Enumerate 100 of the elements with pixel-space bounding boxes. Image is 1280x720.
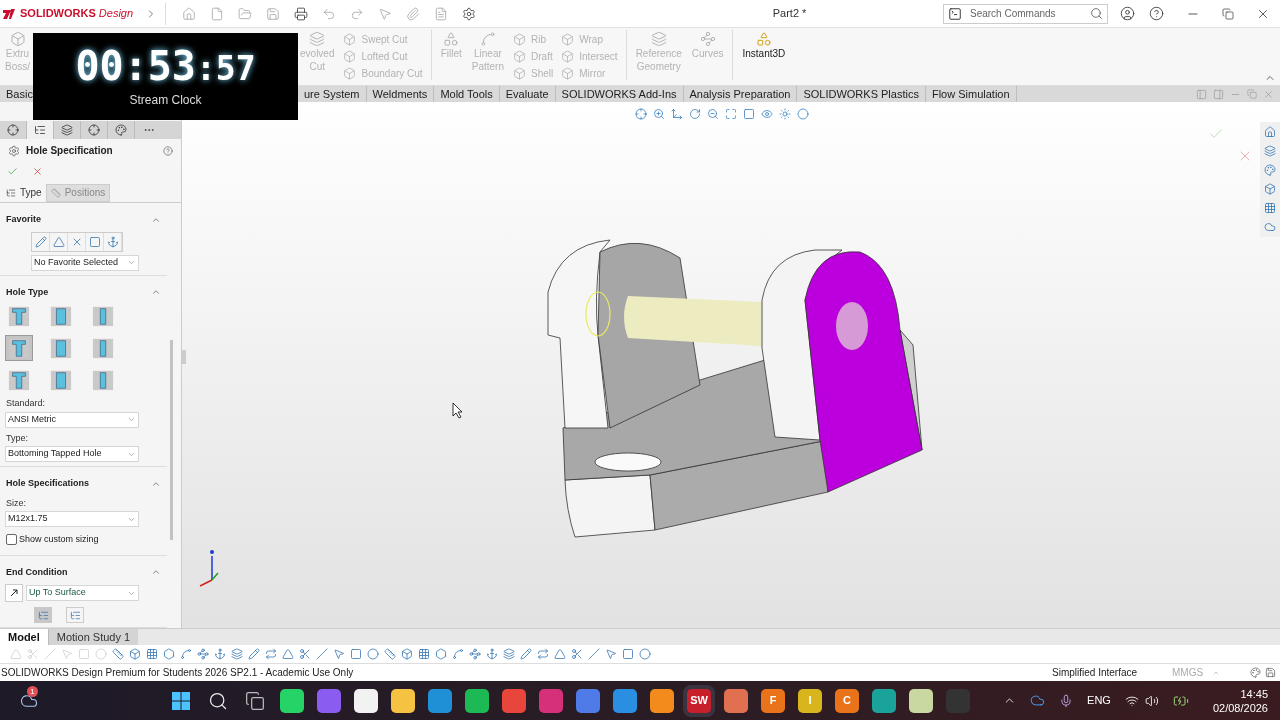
home-icon[interactable] <box>182 6 197 21</box>
favorite-tool-button[interactable] <box>50 232 68 251</box>
sketch-tool-icon[interactable] <box>469 648 481 660</box>
sketch-tool-icon[interactable] <box>350 648 362 660</box>
sketch-tool-icon[interactable] <box>282 648 294 660</box>
sketch-tool-icon[interactable] <box>537 648 549 660</box>
sketch-tool-icon[interactable] <box>129 648 141 660</box>
panel-right-icon[interactable] <box>1213 88 1224 100</box>
sketch-tool-icon[interactable] <box>503 648 515 660</box>
date[interactable]: 02/08/2026 <box>1212 700 1268 715</box>
task-pane-icon[interactable] <box>1264 183 1276 195</box>
app-tile-icon[interactable] <box>946 688 970 713</box>
new-file-icon[interactable] <box>210 6 225 21</box>
settings-icon[interactable] <box>462 6 477 21</box>
microphone-icon[interactable] <box>1059 693 1074 708</box>
dropdown-field[interactable]: Up To Surface <box>26 585 139 601</box>
app-tile-icon[interactable] <box>465 688 489 713</box>
task-pane-icon[interactable] <box>1264 164 1276 176</box>
sketch-tool-icon[interactable] <box>367 648 379 660</box>
paperclip-icon[interactable] <box>406 6 421 21</box>
dropdown-field[interactable]: M12x1.75 <box>5 511 139 527</box>
sketch-tool-icon[interactable] <box>163 648 175 660</box>
view-tool-icon[interactable] <box>689 108 701 120</box>
sketch-tool-icon[interactable] <box>231 648 243 660</box>
reverse-direction-button[interactable] <box>5 584 23 602</box>
sketch-tool-icon[interactable] <box>299 648 311 660</box>
sketch-tool-icon[interactable] <box>520 648 532 660</box>
view-tool-icon[interactable] <box>653 108 665 120</box>
account-icon[interactable] <box>1120 6 1135 21</box>
document-icon[interactable] <box>434 6 449 21</box>
start-icon[interactable] <box>171 690 191 711</box>
redo-icon[interactable] <box>350 6 365 21</box>
app-tile-icon[interactable] <box>317 688 341 713</box>
option-button[interactable] <box>66 607 84 623</box>
app-tile-icon[interactable] <box>909 688 933 713</box>
panel-collapse-handle[interactable] <box>182 350 186 364</box>
sketch-tool-icon[interactable] <box>622 648 634 660</box>
language-indicator[interactable]: ENG <box>1087 692 1111 709</box>
task-pane-icon[interactable] <box>1264 145 1276 157</box>
sketch-tool-icon[interactable] <box>554 648 566 660</box>
scrollbar-thumb[interactable] <box>170 340 173 540</box>
view-tool-icon[interactable] <box>761 108 773 120</box>
sketch-tool-icon[interactable] <box>486 648 498 660</box>
hole-type-button[interactable] <box>5 335 33 361</box>
sketch-tool-icon[interactable] <box>639 648 651 660</box>
sketch-tool-icon[interactable] <box>384 648 396 660</box>
print-icon[interactable] <box>294 6 309 21</box>
sketch-tool-icon[interactable] <box>333 648 345 660</box>
sketch-tool-icon[interactable] <box>605 648 617 660</box>
help-icon[interactable] <box>1149 6 1164 21</box>
dropdown-field[interactable]: ANSI Metric <box>5 411 139 428</box>
view-tool-icon[interactable] <box>779 108 791 120</box>
view-tool-icon[interactable] <box>671 108 683 120</box>
task-pane-icon[interactable] <box>1264 221 1276 233</box>
model-tab[interactable]: Motion Study 1 <box>47 629 139 645</box>
search-box[interactable]: Search Commands <box>943 3 1108 24</box>
checkbox[interactable] <box>6 534 17 546</box>
view-tool-icon[interactable] <box>797 108 809 120</box>
sketch-tool-icon[interactable] <box>418 648 430 660</box>
open-folder-icon[interactable] <box>238 6 253 21</box>
panel-left-icon[interactable] <box>1196 88 1207 100</box>
sketch-tool-icon[interactable] <box>248 648 260 660</box>
search-icon[interactable] <box>208 690 228 711</box>
cloud-icon[interactable] <box>1030 693 1046 708</box>
app-tile-icon[interactable] <box>872 688 896 713</box>
app-tile-icon[interactable] <box>724 688 748 713</box>
app-tile-icon[interactable] <box>613 688 637 713</box>
view-tool-icon[interactable] <box>725 108 737 120</box>
task-pane-icon[interactable] <box>1264 126 1276 138</box>
task-view-icon[interactable] <box>245 690 265 711</box>
app-tile-icon[interactable] <box>650 688 674 713</box>
cancel-icon[interactable] <box>32 166 43 178</box>
app-tile-icon[interactable] <box>391 688 415 713</box>
app-tile-icon[interactable] <box>428 688 452 713</box>
view-tool-icon[interactable] <box>635 108 647 120</box>
volume-icon[interactable] <box>1144 693 1159 708</box>
model-tab[interactable]: Model <box>0 629 48 645</box>
sketch-tool-icon[interactable] <box>401 648 413 660</box>
favorite-tool-button[interactable] <box>32 232 50 251</box>
sketch-tool-icon[interactable] <box>214 648 226 660</box>
sketch-tool-icon[interactable] <box>180 648 192 660</box>
search-field[interactable]: Search Commands <box>970 6 1082 21</box>
view-tool-icon[interactable] <box>743 108 755 120</box>
ribbon-button[interactable]: Instant3D <box>737 30 791 60</box>
select-icon[interactable] <box>378 6 393 21</box>
app-tile-icon[interactable] <box>280 688 304 713</box>
sketch-tool-icon[interactable] <box>146 648 158 660</box>
sketch-tool-icon[interactable] <box>316 648 328 660</box>
sketch-tool-icon[interactable] <box>571 648 583 660</box>
sketch-tool-icon[interactable] <box>435 648 447 660</box>
sketch-tool-icon[interactable] <box>588 648 600 660</box>
restore-icon[interactable] <box>1222 7 1234 20</box>
save-icon[interactable] <box>1265 667 1276 678</box>
save-icon[interactable] <box>266 6 281 21</box>
view-tool-icon[interactable] <box>707 108 719 120</box>
app-tile-icon[interactable] <box>502 688 526 713</box>
panel-tab[interactable] <box>27 121 54 139</box>
undo-icon[interactable] <box>322 6 337 21</box>
sketch-tool-icon[interactable] <box>265 648 277 660</box>
app-tile-icon[interactable] <box>354 688 378 713</box>
